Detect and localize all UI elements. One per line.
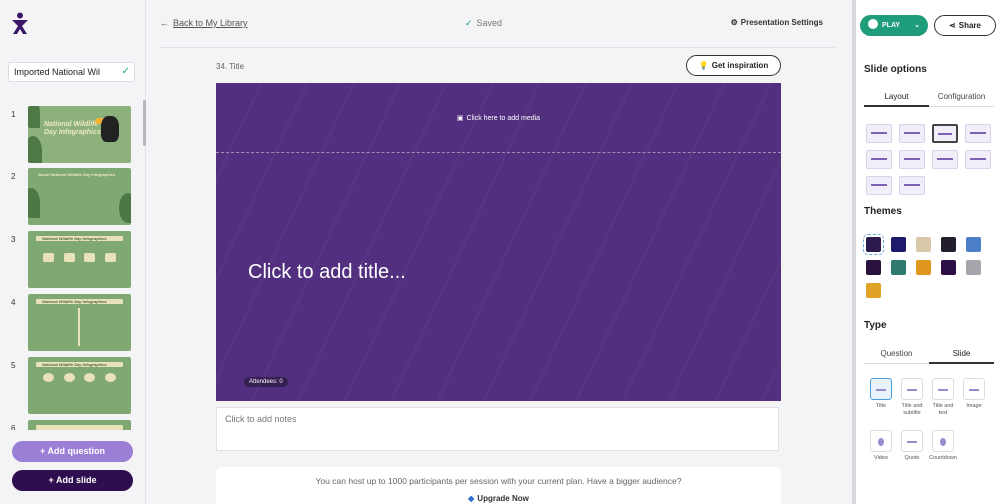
slide-thumbnail-6[interactable]: 6 [0, 414, 140, 430]
theme-swatch[interactable] [966, 260, 981, 275]
tab-configuration[interactable]: Configuration [929, 87, 994, 107]
top-bar: ← Back to My Library ✓ Saved ⚙ Presentation… [160, 0, 835, 48]
back-to-library-link[interactable]: ← Back to My Library [160, 18, 248, 28]
type-title-and-text[interactable]: Title and text [928, 378, 958, 417]
theme-swatch[interactable] [966, 237, 981, 252]
share-icon: ⋖ [949, 21, 956, 30]
slide-title-field[interactable]: Click to add title... [248, 261, 406, 284]
layout-tabs: Layout Configuration [864, 87, 994, 107]
chevron-down-icon[interactable]: ⌄ [914, 15, 920, 36]
notes-field[interactable]: Click to add notes [216, 407, 779, 451]
type-video[interactable]: Video [866, 430, 896, 462]
layout-option[interactable] [899, 150, 925, 169]
diamond-icon: ◆ [468, 494, 475, 503]
layout-option[interactable] [866, 124, 892, 143]
lightbulb-icon: 💡 [698, 61, 709, 70]
theme-swatch[interactable] [866, 283, 881, 298]
slide-thumbnail-5[interactable]: 5 National Wildlife Day Infographics [0, 351, 140, 414]
check-icon: ✓ [465, 18, 473, 28]
arrow-left-icon: ← [160, 18, 169, 28]
slide-thumbnail-4[interactable]: 4 National Wildlife Day Infographics [0, 288, 140, 351]
theme-swatch[interactable] [866, 260, 881, 275]
add-slide-button[interactable]: + Add slide [12, 470, 133, 491]
type-quote[interactable]: Quote [897, 430, 927, 462]
saved-check-icon: ✓ [121, 66, 130, 77]
tab-layout[interactable]: Layout [864, 87, 929, 107]
presentation-name-input[interactable]: Imported National Wil ✓ [8, 62, 135, 82]
themes-heading: Themes [864, 206, 902, 217]
type-countdown[interactable]: Countdown [928, 430, 958, 462]
layout-option[interactable] [965, 150, 991, 169]
app-logo-icon[interactable] [10, 12, 30, 36]
type-image[interactable]: Image [959, 378, 989, 410]
theme-swatch[interactable] [941, 260, 956, 275]
layout-option[interactable] [899, 176, 925, 195]
theme-swatch[interactable] [916, 260, 931, 275]
slide-canvas[interactable]: ▣ Click here to add media Click to add ti… [216, 83, 781, 401]
type-title[interactable]: Title [866, 378, 896, 410]
slide-list: 1 National Wildlife Day Infographics 2 A… [0, 100, 146, 430]
play-button[interactable]: PLAY ⌄ [860, 15, 928, 36]
type-heading: Type [864, 320, 887, 331]
type-tabs: Question Slide [864, 344, 994, 364]
image-icon: ▣ [456, 115, 464, 122]
add-question-button[interactable]: + Add question [12, 441, 133, 462]
slide-number-label: 34. Title [216, 62, 245, 71]
attendees-badge: Attendees: 0 [244, 377, 288, 387]
slide-thumbnail-3[interactable]: 3 National Wildlife Day Infographics [0, 225, 140, 288]
slide-list-scrollbar[interactable] [143, 100, 146, 146]
theme-swatch[interactable] [863, 234, 884, 255]
slide-options-heading: Slide options [864, 64, 927, 75]
layout-option[interactable] [932, 150, 958, 169]
upgrade-now-link[interactable]: ◆ Upgrade Now [216, 486, 781, 503]
presentation-settings-button[interactable]: ⚙ Presentation Settings [731, 18, 823, 27]
type-title-and-subtitle[interactable]: Title and subtitle [897, 378, 927, 417]
layout-option[interactable] [899, 124, 925, 143]
tab-question[interactable]: Question [864, 344, 929, 364]
theme-swatch[interactable] [891, 260, 906, 275]
media-dropzone[interactable]: ▣ Click here to add media [216, 83, 781, 153]
share-button[interactable]: ⋖ Share [934, 15, 996, 36]
plan-message: You can host up to 1000 participants per… [315, 476, 682, 486]
layout-option[interactable] [866, 176, 892, 195]
layout-option[interactable] [866, 150, 892, 169]
theme-swatch[interactable] [941, 237, 956, 252]
theme-swatch[interactable] [916, 237, 931, 252]
left-sidebar: Imported National Wil ✓ 1 National Wildl… [0, 0, 146, 504]
plan-banner: You can host up to 1000 participants per… [216, 467, 781, 504]
theme-swatch[interactable] [891, 237, 906, 252]
layout-option[interactable] [932, 124, 958, 143]
layout-option[interactable] [965, 124, 991, 143]
slide-thumbnail-2[interactable]: 2 About National Wildlife Day Infographi… [0, 162, 140, 225]
slide-thumbnail-1[interactable]: 1 National Wildlife Day Infographics [0, 100, 140, 163]
right-panel: PLAY ⌄ ⋖ Share Slide options Layout Confi… [852, 0, 1000, 504]
save-status: ✓ Saved [465, 18, 503, 28]
play-icon [868, 19, 878, 29]
tab-slide[interactable]: Slide [929, 344, 994, 364]
get-inspiration-button[interactable]: 💡 Get inspiration [686, 55, 781, 76]
gear-icon: ⚙ [730, 18, 738, 27]
